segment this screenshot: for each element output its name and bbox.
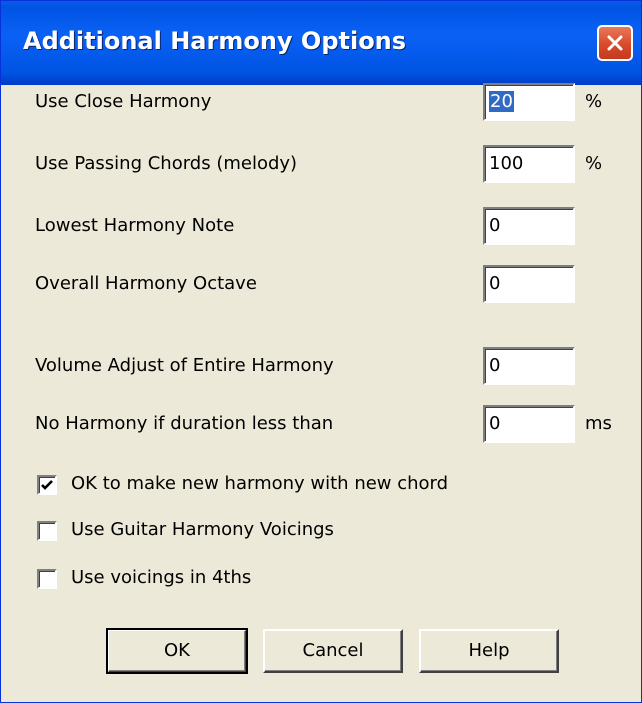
voicings-4ths-label: Use voicings in 4ths (71, 567, 252, 588)
passing-chords-label: Use Passing Chords (melody) (35, 153, 298, 174)
passing-chords-input[interactable]: 100 (483, 145, 575, 183)
help-button[interactable]: Help (419, 629, 559, 673)
passing-chords-unit: % (585, 153, 603, 174)
new-harmony-label: OK to make new harmony with new chord (71, 473, 449, 494)
duration-label: No Harmony if duration less than (35, 413, 334, 434)
volume-adjust-input[interactable]: 0 (483, 347, 575, 385)
title-bar[interactable]: Additional Harmony Options (1, 1, 641, 85)
cancel-button[interactable]: Cancel (263, 629, 403, 673)
window-title: Additional Harmony Options (23, 27, 407, 55)
harmony-octave-value: 0 (489, 273, 501, 294)
dialog-window: Additional Harmony Options Use Close Har… (0, 0, 642, 703)
duration-value: 0 (489, 413, 501, 434)
close-harmony-unit: % (585, 91, 603, 112)
guitar-voicings-checkbox[interactable] (37, 521, 57, 541)
close-harmony-value: 20 (489, 91, 514, 112)
new-harmony-checkbox[interactable] (37, 475, 57, 495)
guitar-voicings-label: Use Guitar Harmony Voicings (71, 519, 334, 540)
checkmark-icon (41, 480, 53, 490)
voicings-4ths-checkbox[interactable] (37, 569, 57, 589)
volume-adjust-label: Volume Adjust of Entire Harmony (35, 355, 334, 376)
harmony-octave-label: Overall Harmony Octave (35, 273, 257, 294)
close-harmony-input[interactable]: 20 (483, 83, 575, 121)
lowest-note-input[interactable]: 0 (483, 207, 575, 245)
close-icon (607, 35, 623, 51)
ok-button[interactable]: OK (106, 628, 248, 674)
harmony-octave-input[interactable]: 0 (483, 265, 575, 303)
lowest-note-label: Lowest Harmony Note (35, 215, 235, 236)
volume-adjust-value: 0 (489, 355, 501, 376)
close-button[interactable] (597, 25, 633, 61)
duration-input[interactable]: 0 (483, 405, 575, 443)
duration-unit: ms (585, 413, 612, 434)
close-harmony-label: Use Close Harmony (35, 91, 212, 112)
passing-chords-value: 100 (489, 153, 524, 174)
lowest-note-value: 0 (489, 215, 501, 236)
